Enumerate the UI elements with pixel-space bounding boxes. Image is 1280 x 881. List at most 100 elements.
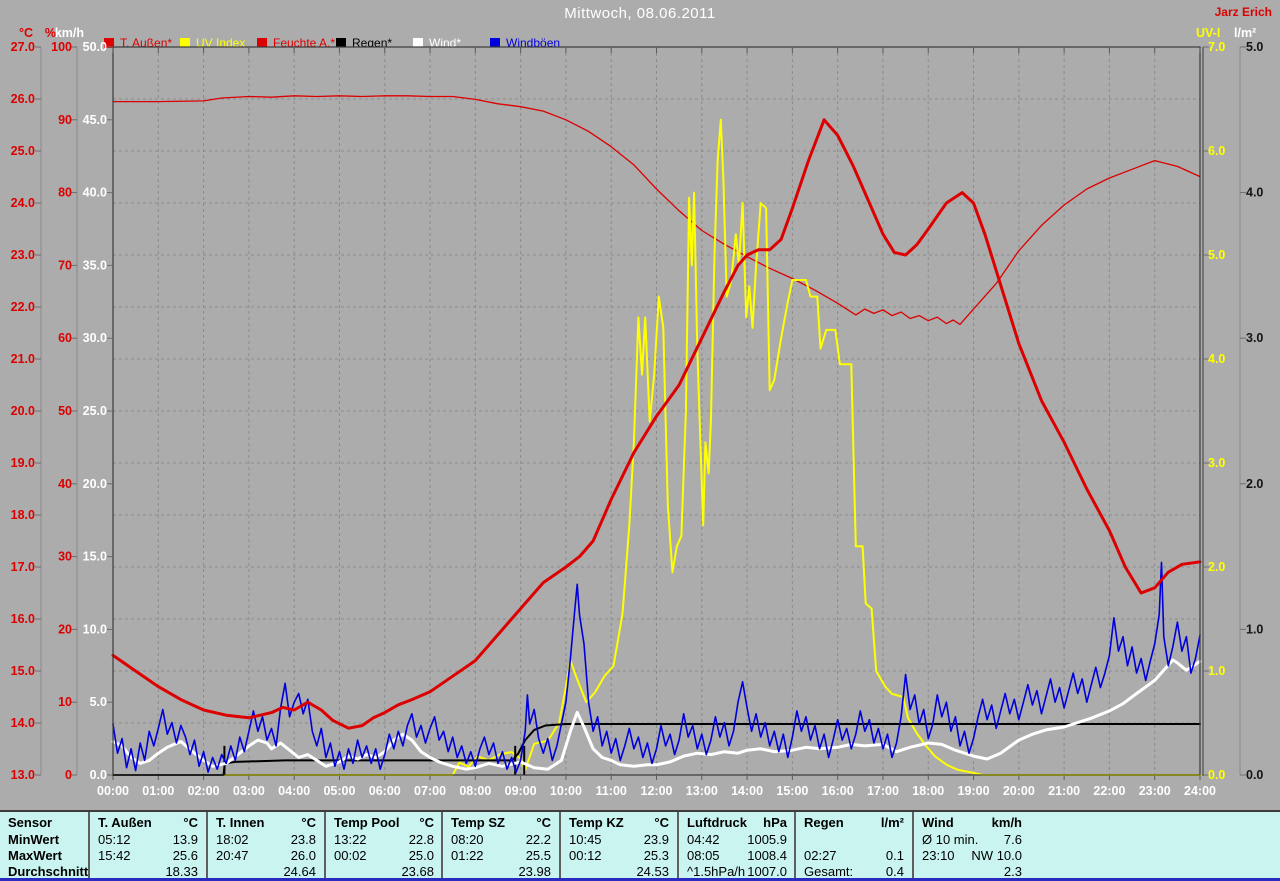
table-col-unit: °C	[654, 815, 669, 830]
table-col-unit: °C	[419, 815, 434, 830]
axis-title-uv: UV-I	[1196, 26, 1220, 40]
axis-label-temp: 15.0	[11, 664, 35, 678]
x-axis-label: 03:00	[233, 784, 265, 798]
axis-label-pct: 100	[51, 40, 72, 54]
table-cell-value: 25.6	[172, 848, 198, 863]
axis-label-temp: 24.0	[11, 196, 35, 210]
table-cell-value: 7.6	[1003, 832, 1022, 847]
axis-label-lm2: 2.0	[1246, 477, 1263, 491]
table-row-label: MaxWert	[8, 848, 62, 863]
x-axis-label: 23:00	[1139, 784, 1171, 798]
table-cell-value: 22.2	[525, 832, 551, 847]
axis-label-uv: 7.0	[1208, 40, 1225, 54]
axis-label-temp: 25.0	[11, 144, 35, 158]
table-cell-value: 23.8	[290, 832, 316, 847]
axis-title-lm2: l/m²	[1234, 26, 1256, 40]
axis-label-temp: 20.0	[11, 404, 35, 418]
axis-label-lm2: 5.0	[1246, 40, 1263, 54]
table-col-unit: °C	[183, 815, 198, 830]
axis-label-lm2: 1.0	[1246, 622, 1263, 636]
x-axis-label: 08:00	[459, 784, 491, 798]
axis-label-temp: 27.0	[11, 40, 35, 54]
axis-label-pct: 0	[65, 768, 72, 782]
x-axis-label: 19:00	[958, 784, 990, 798]
table-cell-value: 22.8	[408, 832, 434, 847]
table-cell-value: 25.0	[408, 848, 434, 863]
table-column-separator	[677, 812, 679, 881]
table-cell-value: NW 10.0	[971, 848, 1022, 863]
axis-label-kmh: 20.0	[83, 477, 107, 491]
axis-label-kmh: 40.0	[83, 186, 107, 200]
table-column-separator	[912, 812, 914, 881]
x-axis-label: 09:00	[505, 784, 537, 798]
x-axis-label: 11:00	[596, 784, 627, 798]
x-axis-label: 06:00	[369, 784, 401, 798]
table-row-label: Sensor	[8, 815, 53, 830]
axis-label-uv: 2.0	[1208, 560, 1225, 574]
x-axis-label: 07:00	[414, 784, 446, 798]
axis-title-kmh: km/h	[55, 26, 84, 40]
axis-label-pct: 90	[58, 113, 72, 127]
x-axis-label: 16:00	[822, 784, 854, 798]
table-col-unit: l/m²	[880, 815, 904, 830]
x-axis-label: 10:00	[550, 784, 582, 798]
axis-label-kmh: 15.0	[83, 550, 107, 564]
table-column-separator	[441, 812, 443, 881]
table-cell-value: 13.9	[172, 832, 198, 847]
table-column-separator	[206, 812, 208, 881]
table-column-separator	[794, 812, 796, 881]
table-col-unit: hPa	[763, 815, 787, 830]
table-column-separator	[559, 812, 561, 881]
axis-label-pct: 10	[58, 695, 72, 709]
x-axis-label: 12:00	[641, 784, 673, 798]
axis-label-lm2: 3.0	[1246, 331, 1263, 345]
axis-label-pct: 30	[58, 550, 72, 564]
axis-label-pct: 80	[58, 186, 72, 200]
axis-label-pct: 20	[58, 622, 72, 636]
axis-label-kmh: 5.0	[90, 695, 107, 709]
table-col-unit: km/h	[991, 815, 1022, 830]
axis-title-temp: °C	[19, 26, 33, 40]
axis-label-uv: 3.0	[1208, 456, 1225, 470]
axis-label-kmh: 45.0	[83, 113, 107, 127]
table-column-separator	[324, 812, 326, 881]
axis-label-uv: 0.0	[1208, 768, 1225, 782]
table-cell-value: 25.5	[525, 848, 551, 863]
x-axis-label: 14:00	[731, 784, 763, 798]
axis-label-uv: 4.0	[1208, 352, 1225, 366]
axis-label-pct: 50	[58, 404, 72, 418]
axis-label-pct: 40	[58, 477, 72, 491]
table-row-label: MinWert	[8, 832, 60, 847]
x-axis-label: 22:00	[1093, 784, 1125, 798]
axis-label-temp: 22.0	[11, 300, 35, 314]
axis-label-kmh: 30.0	[83, 331, 107, 345]
axis-label-uv: 6.0	[1208, 144, 1225, 158]
axis-label-temp: 16.0	[11, 612, 35, 626]
axis-label-temp: 17.0	[11, 560, 35, 574]
table-cell-value: 26.0	[290, 848, 316, 863]
axis-label-kmh: 0.0	[90, 768, 107, 782]
axis-label-temp: 13.0	[11, 768, 35, 782]
x-axis-label: 24:00	[1184, 784, 1216, 798]
x-axis-label: 18:00	[912, 784, 944, 798]
table-cell-value: 0.1	[885, 848, 904, 863]
weather-app-window: Mittwoch, 08.06.2011 Jarz Erich T. Außen…	[0, 0, 1280, 881]
axis-label-lm2: 4.0	[1246, 186, 1263, 200]
table-col-unit: °C	[536, 815, 551, 830]
table-col-unit: °C	[301, 815, 316, 830]
axis-label-temp: 19.0	[11, 456, 35, 470]
axis-label-pct: 70	[58, 258, 72, 272]
axis-label-temp: 18.0	[11, 508, 35, 522]
axis-label-temp: 14.0	[11, 716, 35, 730]
weather-day-chart: 00:00 01:00 02:00 03:00 04:00 05:00 06:00 07:00…	[11, 26, 1264, 798]
table-cell-value: 25.3	[643, 848, 669, 863]
axis-label-uv: 5.0	[1208, 248, 1225, 262]
table-cell-value: 1008.4	[747, 848, 787, 863]
x-axis-label: 02:00	[188, 784, 220, 798]
x-axis-label: 04:00	[278, 784, 310, 798]
axis-label-kmh: 25.0	[83, 404, 107, 418]
x-axis-label: 20:00	[1003, 784, 1035, 798]
axis-label-temp: 23.0	[11, 248, 35, 262]
axis-label-lm2: 0.0	[1246, 768, 1263, 782]
x-axis-label: 00:00	[97, 784, 129, 798]
